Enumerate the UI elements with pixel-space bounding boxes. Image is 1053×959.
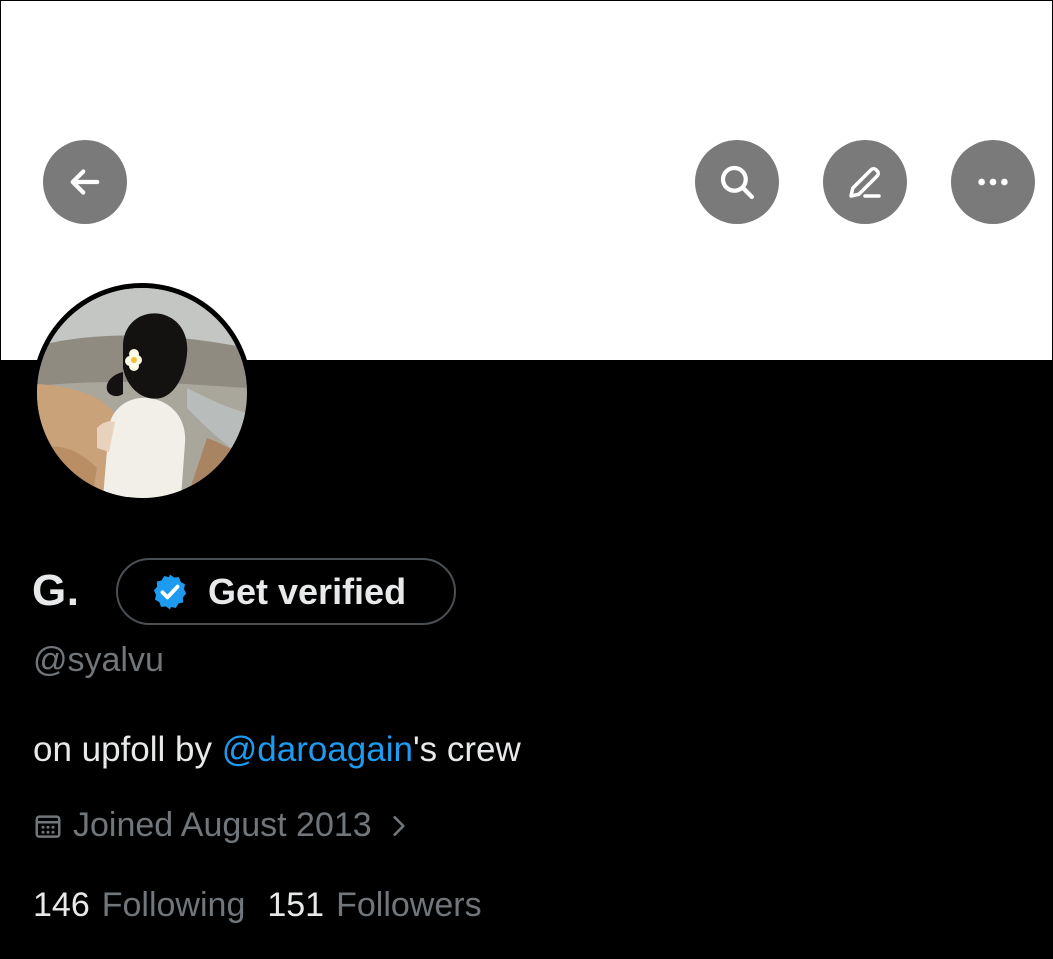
search-icon [720,165,754,199]
pencil-icon [849,167,881,198]
get-verified-button[interactable]: Get verified [116,558,456,625]
bio-mention-link[interactable]: @daroagain [222,730,413,769]
verified-badge-icon [153,574,187,609]
following-count: 146 [33,886,90,924]
search-button[interactable] [695,140,779,224]
more-button[interactable] [951,140,1035,224]
user-handle: @syalvu [33,641,164,679]
joined-date[interactable]: Joined August 2013 [33,806,412,845]
arrow-left-icon [70,169,100,195]
back-button[interactable] [43,140,127,224]
get-verified-label: Get verified [208,570,407,612]
compose-button[interactable] [823,140,907,224]
bio-text-prefix: on upfoll by [33,730,222,769]
following-link[interactable]: 146 Following [33,886,245,925]
avatar[interactable] [32,283,252,503]
more-horizontal-icon [978,178,1008,186]
followers-count: 151 [267,886,325,924]
avatar-image [37,288,247,498]
display-name: G. [32,566,80,615]
followers-label: Followers [336,886,482,924]
chevron-right-icon [393,815,405,836]
bio-text-suffix: 's crew [412,730,521,769]
profile-stats: 146 Following 151 Followers [33,886,504,925]
following-label: Following [101,886,246,924]
bio: on upfoll by @daroagain's crew [33,730,521,770]
calendar-icon [35,814,61,838]
followers-link[interactable]: 151 Followers [267,886,481,925]
joined-text: Joined August 2013 [73,806,372,844]
